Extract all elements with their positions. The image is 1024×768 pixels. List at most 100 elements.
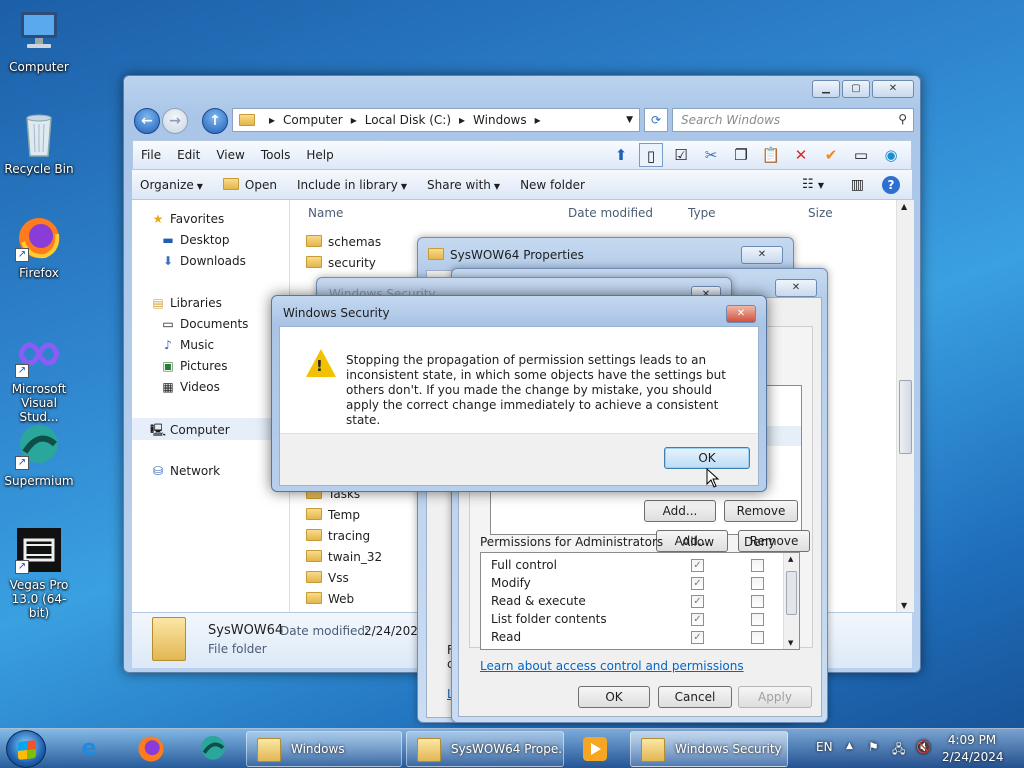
- minimize-button[interactable]: ▁: [812, 80, 840, 98]
- nav-network[interactable]: ⛁ Network: [150, 464, 220, 478]
- deny-checkbox[interactable]: [751, 595, 764, 608]
- deny-checkbox[interactable]: [751, 559, 764, 572]
- allow-checkbox[interactable]: ✓: [691, 559, 704, 572]
- share-with-button[interactable]: Share with ▼: [419, 178, 508, 192]
- breadcrumb-computer[interactable]: Computer: [283, 113, 343, 127]
- delete-icon[interactable]: ✕: [789, 143, 813, 167]
- deny-checkbox[interactable]: [751, 577, 764, 590]
- chevron-down-icon[interactable]: ▼: [626, 115, 633, 125]
- scroll-thumb[interactable]: [786, 571, 797, 615]
- new-folder-button[interactable]: New folder: [512, 178, 593, 192]
- nav-desktop[interactable]: ▬ Desktop: [160, 233, 229, 247]
- list-scrollbar[interactable]: ▲ ▼: [783, 553, 799, 649]
- volume-muted-icon[interactable]: 🔇: [916, 740, 931, 754]
- allow-checkbox[interactable]: ✓: [691, 577, 704, 590]
- nav-favorites[interactable]: ★ Favorites: [150, 212, 225, 226]
- view-options-icon[interactable]: ☷ ▼: [802, 177, 824, 192]
- taskbar-item-properties[interactable]: SysWOW64 Prope...: [406, 731, 564, 767]
- menu-view[interactable]: View: [208, 148, 252, 162]
- forward-button[interactable]: →: [162, 108, 188, 134]
- maximize-button[interactable]: ▢: [842, 80, 870, 98]
- file-row[interactable]: Temp: [306, 508, 360, 522]
- ok-button[interactable]: OK: [664, 447, 750, 469]
- copy-icon[interactable]: ❐: [729, 143, 753, 167]
- open-button[interactable]: Open: [215, 177, 285, 192]
- desktop-icon-computer[interactable]: Computer: [2, 8, 76, 74]
- add-button[interactable]: Add...: [644, 500, 716, 522]
- windows-security-dialog[interactable]: Windows Security ✕ ! Stopping the propag…: [271, 295, 767, 492]
- remove-button[interactable]: Remove: [724, 500, 798, 522]
- include-in-library-button[interactable]: Include in library ▼: [289, 178, 415, 192]
- file-row[interactable]: security: [306, 256, 376, 270]
- desktop-icon-visual-studio[interactable]: ↗ Microsoft Visual Stud...: [2, 330, 76, 424]
- col-name[interactable]: Name: [308, 206, 343, 220]
- clock-time[interactable]: 4:09 PM: [944, 733, 1000, 747]
- start-button[interactable]: [6, 730, 46, 768]
- breadcrumb-windows[interactable]: Windows: [473, 113, 527, 127]
- cancel-button[interactable]: Cancel: [658, 686, 732, 708]
- media-player-icon[interactable]: [568, 731, 622, 767]
- file-row[interactable]: Vss: [306, 571, 349, 585]
- nav-videos[interactable]: ▦ Videos: [160, 380, 220, 394]
- clock-date[interactable]: 2/24/2024: [942, 750, 1004, 764]
- deny-checkbox[interactable]: [751, 631, 764, 644]
- learn-more-link[interactable]: Learn about access control and permissio…: [480, 659, 744, 673]
- taskbar-item-explorer[interactable]: Windows: [246, 731, 402, 767]
- menu-tools[interactable]: Tools: [253, 148, 299, 162]
- supermium-taskbar-icon[interactable]: [186, 731, 240, 767]
- scroll-down-icon[interactable]: ▼: [901, 601, 907, 610]
- apply-button[interactable]: Apply: [738, 686, 812, 708]
- nav-libraries[interactable]: ▤ Libraries: [150, 296, 222, 310]
- desktop-icon-recycle-bin[interactable]: Recycle Bin: [2, 110, 76, 176]
- taskbar-item-windows-security[interactable]: Windows Security: [630, 731, 788, 767]
- address-bar[interactable]: ▸ Computer ▸ Local Disk (C:) ▸ Windows ▸…: [232, 108, 640, 132]
- close-button[interactable]: ✕: [775, 279, 817, 297]
- paste-icon[interactable]: 📋: [759, 143, 783, 167]
- up-button[interactable]: ↑: [202, 108, 228, 134]
- language-indicator[interactable]: EN: [816, 740, 833, 754]
- col-type[interactable]: Type: [688, 206, 716, 220]
- file-row[interactable]: schemas: [306, 235, 381, 249]
- refresh-button[interactable]: ⟳: [644, 108, 668, 132]
- firefox-taskbar-icon[interactable]: [124, 731, 178, 767]
- col-date-modified[interactable]: Date modified: [568, 206, 653, 220]
- nav-pictures[interactable]: ▣ Pictures: [160, 359, 227, 373]
- properties-icon[interactable]: ▭: [849, 143, 873, 167]
- desktop-icon-vegas-pro[interactable]: ↗ Vegas Pro 13.0 (64-bit): [2, 526, 76, 620]
- allow-checkbox[interactable]: ✓: [691, 595, 704, 608]
- show-hidden-icons[interactable]: ▲: [846, 741, 853, 751]
- apply-check-icon[interactable]: ✔: [819, 143, 843, 167]
- menu-help[interactable]: Help: [298, 148, 341, 162]
- organize-button[interactable]: Organize ▼: [132, 178, 211, 192]
- nav-music[interactable]: ♪ Music: [160, 338, 214, 352]
- nav-documents[interactable]: ▭ Documents: [160, 317, 248, 331]
- permissions-list[interactable]: Full control Modify Read & execute List …: [480, 552, 800, 650]
- close-button[interactable]: ✕: [872, 80, 914, 98]
- scroll-down-icon[interactable]: ▼: [788, 639, 793, 647]
- scroll-up-icon[interactable]: ▲: [788, 555, 793, 563]
- allow-checkbox[interactable]: ✓: [691, 613, 704, 626]
- action-center-flag-icon[interactable]: ⚑: [868, 740, 879, 754]
- ok-button[interactable]: OK: [578, 686, 650, 708]
- help-icon[interactable]: ?: [882, 175, 900, 194]
- check-folder-icon[interactable]: ☑: [669, 143, 693, 167]
- file-row[interactable]: Web: [306, 592, 354, 606]
- desktop-icon-supermium[interactable]: ↗ Supermium: [2, 422, 76, 488]
- pane-icon[interactable]: ▯: [639, 143, 663, 167]
- desktop-icon-firefox[interactable]: ↗ Firefox: [2, 214, 76, 280]
- menu-file[interactable]: File: [133, 148, 169, 162]
- up-icon[interactable]: ⬆: [609, 143, 633, 167]
- cut-icon[interactable]: ✂: [699, 143, 723, 167]
- vertical-scrollbar[interactable]: ▲ ▼: [896, 200, 914, 612]
- allow-checkbox[interactable]: ✓: [691, 631, 704, 644]
- close-button[interactable]: ✕: [741, 246, 783, 264]
- file-row[interactable]: twain_32: [306, 550, 382, 564]
- search-input[interactable]: Search Windows ⚲: [672, 108, 914, 132]
- nav-computer[interactable]: 🖳 Computer: [132, 418, 290, 440]
- close-button[interactable]: ✕: [726, 305, 756, 323]
- preview-pane-icon[interactable]: ▥: [851, 177, 864, 193]
- internet-explorer-icon[interactable]: e: [62, 731, 116, 767]
- scroll-up-icon[interactable]: ▲: [901, 202, 907, 211]
- deny-checkbox[interactable]: [751, 613, 764, 626]
- breadcrumb-local-disk[interactable]: Local Disk (C:): [365, 113, 451, 127]
